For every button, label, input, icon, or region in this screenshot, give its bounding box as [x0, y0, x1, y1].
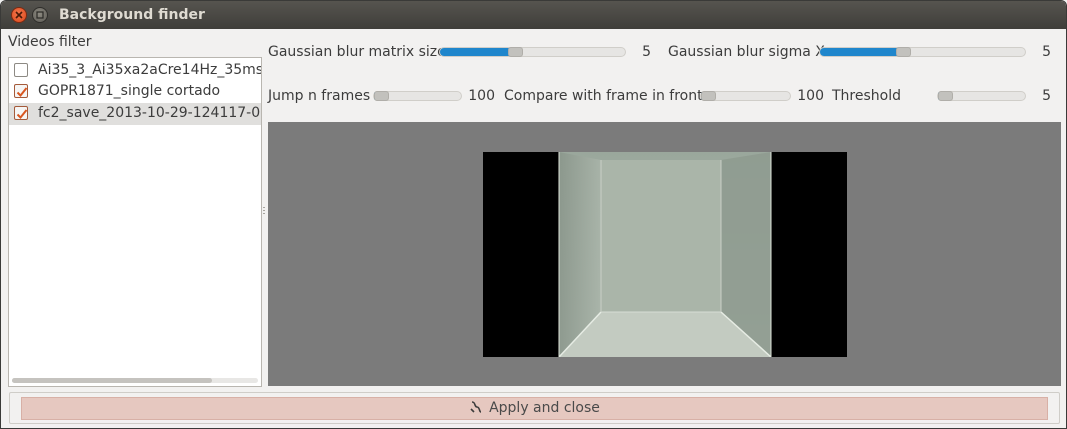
apply-and-close-button[interactable]: Apply and close — [21, 397, 1048, 420]
minimize-icon — [36, 11, 44, 19]
title-bar: Background finder — [1, 1, 1066, 29]
splitter-handle[interactable] — [263, 207, 266, 217]
video-checkbox[interactable] — [14, 63, 28, 77]
apply-and-close-label: Apply and close — [489, 400, 600, 416]
threshold-slider[interactable] — [937, 91, 1026, 101]
jump-frames-label: Jump n frames — [268, 88, 371, 104]
apply-close-icon — [470, 401, 482, 413]
checkmark-icon — [16, 87, 28, 97]
video-frame — [483, 152, 847, 357]
compare-front-value: 100 — [797, 88, 824, 104]
compare-front-slider[interactable] — [700, 91, 791, 101]
slider-handle[interactable] — [508, 47, 523, 57]
slider-fill — [820, 48, 898, 56]
threshold-value: 5 — [1042, 88, 1051, 104]
blur-sigma-label: Gaussian blur sigma X — [668, 44, 825, 60]
blur-sigma-value: 5 — [1042, 44, 1051, 60]
blur-matrix-value: 5 — [642, 44, 651, 60]
videos-filter-list[interactable]: Ai35_3_Ai35xa2aCre14Hz_35ms_L GOPR1871_s… — [8, 57, 262, 387]
slider-fill — [440, 48, 510, 56]
video-label: GOPR1871_single cortado — [38, 83, 221, 99]
threshold-label: Threshold — [832, 88, 901, 104]
jump-frames-value: 100 — [468, 88, 495, 104]
blur-sigma-slider[interactable] — [819, 47, 1026, 57]
window-close-button[interactable] — [11, 7, 27, 23]
list-item[interactable]: GOPR1871_single cortado — [9, 81, 261, 103]
video-checkbox[interactable] — [14, 84, 28, 98]
scrollbar-thumb[interactable] — [12, 378, 212, 383]
tank-image — [558, 152, 772, 357]
list-item[interactable]: fc2_save_2013-10-29-124117-000 — [9, 103, 261, 125]
window-title: Background finder — [59, 7, 205, 23]
window-minimize-button[interactable] — [32, 7, 48, 23]
blur-matrix-slider[interactable] — [439, 47, 626, 57]
horizontal-scrollbar[interactable] — [12, 378, 258, 383]
compare-front-label: Compare with frame in front — [504, 88, 703, 104]
slider-handle[interactable] — [938, 91, 953, 101]
list-item[interactable]: Ai35_3_Ai35xa2aCre14Hz_35ms_L — [9, 60, 261, 82]
slider-handle[interactable] — [701, 91, 716, 101]
videos-filter-label: Videos filter — [8, 34, 92, 50]
blur-matrix-label: Gaussian blur matrix size — [268, 44, 446, 60]
jump-frames-slider[interactable] — [373, 91, 462, 101]
video-label: Ai35_3_Ai35xa2aCre14Hz_35ms_L — [38, 62, 262, 78]
checkmark-icon — [16, 109, 28, 119]
background-finder-window: Background finder Videos filter Ai35_3_A… — [0, 0, 1067, 429]
slider-handle[interactable] — [896, 47, 911, 57]
video-label: fc2_save_2013-10-29-124117-000 — [38, 105, 262, 121]
close-icon — [15, 11, 23, 19]
video-checkbox[interactable] — [14, 106, 28, 120]
background-preview — [268, 122, 1061, 386]
slider-handle[interactable] — [374, 91, 389, 101]
